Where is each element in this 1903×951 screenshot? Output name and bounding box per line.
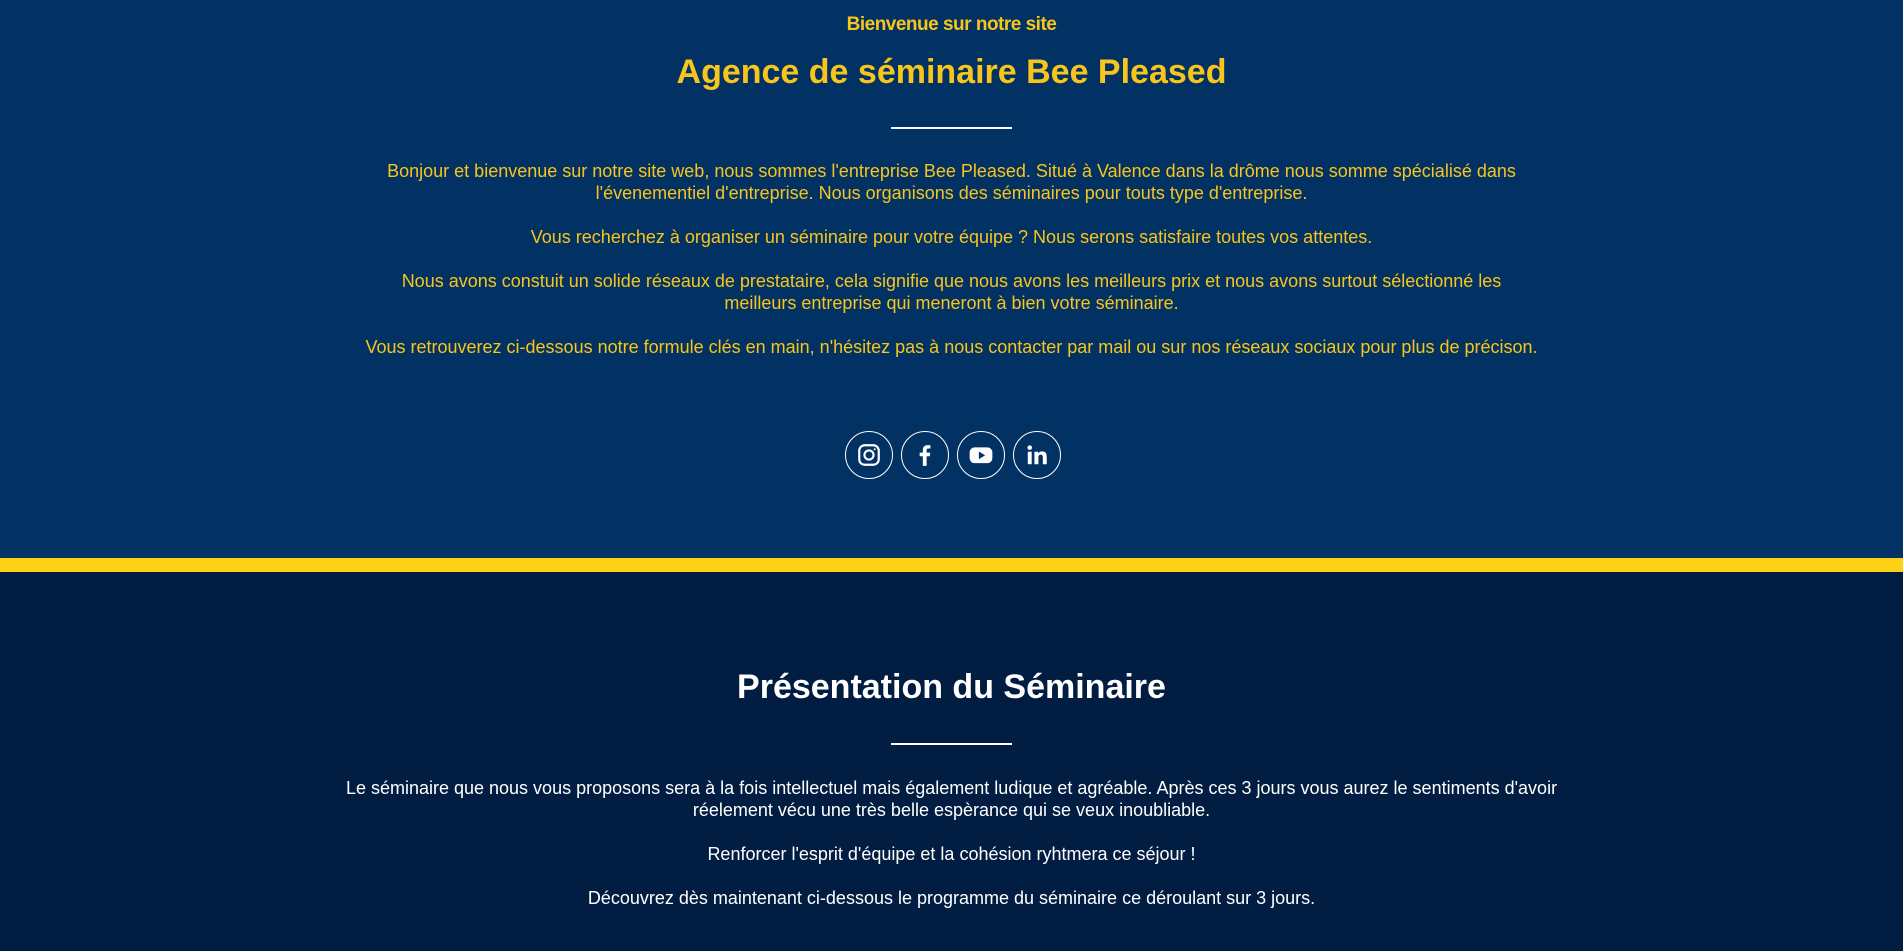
youtube-icon [968, 442, 994, 468]
section-title: Présentation du Séminaire [737, 668, 1166, 706]
seminar-paragraph: Découvrez dès maintenant ci-dessous le p… [587, 888, 1316, 908]
seminar-section: Présentation du Séminaire Le séminaire q… [0, 572, 1903, 951]
seminar-paragraph: Le séminaire que nous vous proposons ser… [345, 778, 1558, 820]
intro-paragraph: Vous retrouverez ci-dessous notre formul… [365, 337, 1538, 357]
intro-paragraph: Vous recherchez à organiser un séminaire… [530, 227, 1373, 247]
title-divider [891, 127, 1012, 129]
youtube-link[interactable] [957, 431, 1005, 479]
intro-paragraph: Bonjour et bienvenue sur notre site web,… [387, 161, 1516, 203]
intro-paragraph: Nous avons constuit un solide réseaux de… [401, 271, 1502, 313]
section-separator [0, 558, 1903, 572]
welcome-section: Bienvenue sur notre site Agence de sémin… [0, 0, 1903, 558]
instagram-icon [856, 442, 882, 468]
welcome-eyebrow: Bienvenue sur notre site [846, 14, 1057, 35]
linkedin-link[interactable] [1013, 431, 1061, 479]
instagram-link[interactable] [845, 431, 893, 479]
seminar-paragraph: Renforcer l'esprit d'équipe et la cohési… [707, 844, 1196, 864]
intro-text: Bonjour et bienvenue sur notre site web,… [0, 160, 1903, 358]
facebook-icon [912, 442, 938, 468]
section-divider [891, 743, 1012, 745]
linkedin-icon [1024, 442, 1050, 468]
seminar-text: Le séminaire que nous vous proposons ser… [0, 777, 1903, 909]
facebook-link[interactable] [901, 431, 949, 479]
page-title: Agence de séminaire Bee Pleased [676, 53, 1227, 91]
social-links [845, 431, 1061, 479]
